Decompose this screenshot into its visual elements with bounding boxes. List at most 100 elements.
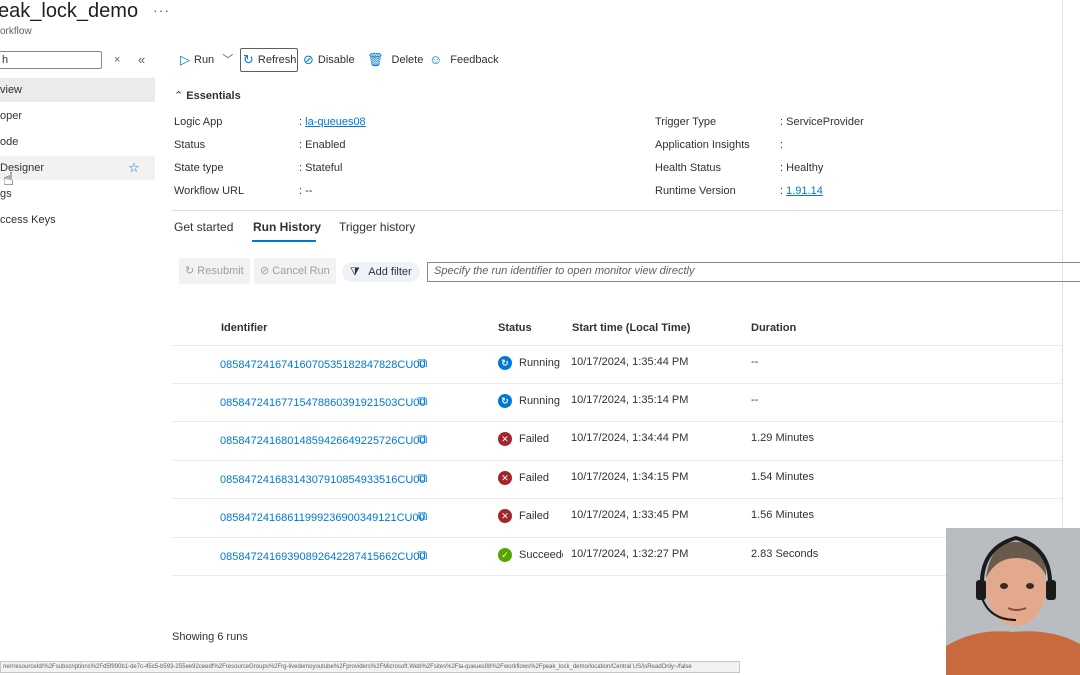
refresh-icon: ↻ — [243, 52, 254, 67]
run-status: Running — [519, 357, 560, 369]
run-id-link[interactable]: 08584724167416070535182847828CU00 — [220, 359, 426, 371]
run-duration: 1.29 Minutes — [751, 432, 814, 444]
run-duration: -- — [751, 356, 759, 368]
copy-icon[interactable]: ⧉ — [418, 470, 427, 486]
status-value: : Enabled — [299, 139, 346, 151]
run-start-time: 10/17/2024, 1:32:27 PM — [571, 548, 689, 560]
tab-run-history[interactable]: Run History — [253, 220, 321, 234]
copy-icon[interactable]: ⧉ — [418, 393, 427, 409]
table-row[interactable]: 08584724167715478860391921503CU00 ⧉ ↻ Ru… — [172, 383, 1062, 421]
col-header-identifier[interactable]: Identifier — [221, 322, 267, 334]
disable-icon: ⊘ — [303, 52, 314, 67]
table-bottom-border — [172, 575, 1062, 576]
clear-search-icon[interactable]: × — [114, 54, 120, 66]
table-row[interactable]: 08584724168611999236900349121CU00 ⧉ ✕ Fa… — [172, 498, 1062, 536]
workflow-title: eak_lock_demo — [0, 0, 139, 22]
table-row[interactable]: 08584724168314307910854933516CU00 ⧉ ✕ Fa… — [172, 460, 1062, 498]
webcam-overlay — [946, 528, 1080, 675]
favorite-star-icon[interactable]: ☆ — [128, 156, 140, 180]
resubmit-button[interactable]: ↻ Resubmit — [179, 258, 250, 284]
col-header-duration[interactable]: Duration — [751, 322, 796, 334]
hand-cursor-icon: ☝ — [3, 169, 14, 189]
cancel-icon: ⊘ — [260, 265, 270, 277]
feedback-button[interactable]: ☺ Feedback — [429, 48, 499, 72]
logic-app-label: Logic App — [174, 116, 223, 128]
run-id-link[interactable]: 08584724167715478860391921503CU00 — [220, 397, 426, 409]
run-identifier-input[interactable]: Specify the run identifier to open monit… — [427, 262, 1080, 282]
sidebar-item-designer[interactable]: Designer ☆ — [0, 156, 155, 180]
sidebar-item-overview[interactable]: view — [0, 78, 155, 102]
run-status: Failed — [519, 510, 549, 522]
essentials-divider — [172, 210, 1062, 211]
runtime-version-link[interactable]: 1.91.14 — [786, 185, 823, 197]
col-header-start-time[interactable]: Start time (Local Time) — [572, 322, 690, 334]
run-status: Failed — [519, 472, 549, 484]
logic-app-link[interactable]: la-queues08 — [305, 116, 366, 128]
run-id-link[interactable]: 08584724168014859426649225726CU00 — [220, 435, 426, 447]
trash-icon: 🗑 — [367, 52, 384, 67]
runtime-version-label: Runtime Version — [655, 185, 736, 197]
failed-icon: ✕ — [498, 432, 512, 446]
cancel-run-button[interactable]: ⊘ Cancel Run — [254, 258, 336, 284]
run-id-link[interactable]: 08584724169390892642287415662CU00 — [220, 551, 426, 563]
tab-trigger-history[interactable]: Trigger history — [339, 220, 415, 234]
active-tab-indicator — [252, 240, 316, 242]
copy-icon[interactable]: ⧉ — [418, 508, 427, 524]
health-status-label: Health Status — [655, 162, 722, 174]
filter-icon: ⧩ — [350, 266, 360, 278]
resubmit-icon: ↻ — [185, 265, 195, 277]
run-id-link[interactable]: 08584724168314307910854933516CU00 — [220, 474, 426, 486]
chevron-down-icon[interactable]: ﹀ — [222, 48, 233, 72]
run-duration: 1.54 Minutes — [751, 471, 814, 483]
copy-icon[interactable]: ⧉ — [418, 547, 427, 563]
add-filter-button[interactable]: ⧩ Add filter — [342, 262, 420, 282]
sidebar-item-code[interactable]: ode — [0, 130, 155, 154]
table-row[interactable]: 08584724168014859426649225726CU00 ⧉ ✕ Fa… — [172, 421, 1062, 459]
run-id-link[interactable]: 08584724168611999236900349121CU00 — [220, 512, 425, 524]
logic-app-value: : la-queues08 — [299, 116, 366, 128]
run-duration: 1.56 Minutes — [751, 509, 814, 521]
delete-button[interactable]: 🗑 Delete — [367, 48, 423, 72]
sidebar-search-input[interactable]: h — [0, 51, 102, 69]
trigger-type-label: Trigger Type — [655, 116, 717, 128]
run-start-time: 10/17/2024, 1:35:44 PM — [571, 356, 689, 368]
run-status: Succeeded — [519, 549, 563, 561]
table-row[interactable]: 08584724169390892642287415662CU00 ⧉ ✓ Su… — [172, 537, 1062, 575]
run-duration: 2.83 Seconds — [751, 548, 819, 560]
more-options-button[interactable]: ··· — [153, 2, 170, 18]
refresh-button[interactable]: ↻ Refresh — [243, 48, 296, 72]
presenter-video-image — [946, 528, 1080, 675]
failed-icon: ✕ — [498, 509, 512, 523]
sidebar-item-settings[interactable]: gs — [0, 182, 155, 206]
runs-count: Showing 6 runs — [172, 631, 248, 643]
workflow-url-label: Workflow URL — [174, 185, 245, 197]
essentials-toggle[interactable]: ⌃ Essentials — [174, 89, 241, 102]
failed-icon: ✕ — [498, 471, 512, 485]
running-icon: ↻ — [498, 394, 512, 408]
col-header-status[interactable]: Status — [498, 322, 532, 334]
run-duration: -- — [751, 394, 759, 406]
run-start-time: 10/17/2024, 1:33:45 PM — [571, 509, 689, 521]
sidebar-item-developer[interactable]: oper — [0, 104, 155, 128]
disable-button[interactable]: ⊘ Disable — [303, 48, 355, 72]
copy-icon[interactable]: ⧉ — [418, 431, 427, 447]
table-row[interactable]: 08584724167416070535182847828CU00 ⧉ ↻ Ru… — [172, 345, 1062, 383]
status-label: Status — [174, 139, 206, 151]
sidebar-item-access-keys[interactable]: ccess Keys — [0, 208, 155, 232]
workflow-subtitle: orkflow — [0, 26, 32, 37]
state-type-value: : Stateful — [299, 162, 343, 174]
state-type-label: State type — [174, 162, 224, 174]
chevron-up-icon: ⌃ — [174, 90, 184, 102]
runtime-version-value: : 1.91.14 — [780, 185, 823, 197]
copy-icon[interactable]: ⧉ — [418, 355, 427, 371]
workflow-url-value: : -- — [299, 185, 313, 197]
health-status-value: : Healthy — [780, 162, 824, 174]
run-start-time: 10/17/2024, 1:34:15 PM — [571, 471, 689, 483]
collapse-sidebar-icon[interactable]: « — [138, 52, 145, 67]
play-icon: ▷ — [180, 52, 190, 67]
feedback-icon: ☺ — [429, 52, 443, 67]
run-button[interactable]: ▷ Run ﹀ — [180, 48, 233, 72]
run-status: Failed — [519, 433, 549, 445]
run-start-time: 10/17/2024, 1:35:14 PM — [571, 394, 689, 406]
tab-get-started[interactable]: Get started — [174, 220, 233, 234]
